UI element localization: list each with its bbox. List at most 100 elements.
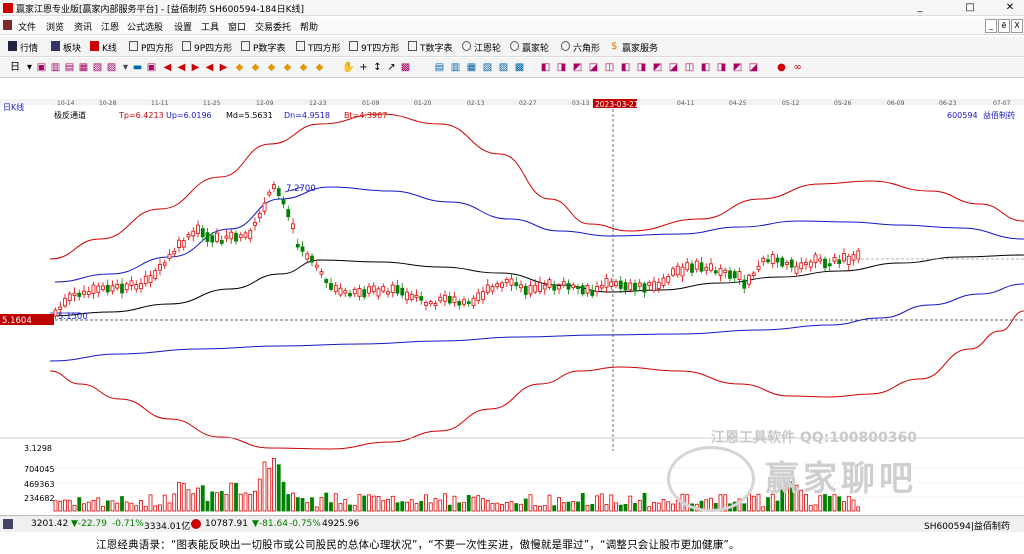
toolbar-p-square-button[interactable]: P四方形 (141, 41, 173, 54)
minimize-button[interactable]: _ (900, 0, 940, 16)
tool-icon[interactable]: ▦ (78, 62, 89, 73)
diamond-icon[interactable]: ◆ (282, 62, 293, 73)
volume-bar (443, 493, 447, 512)
t-table-icon (408, 41, 417, 51)
tool-icon[interactable]: ◩ (732, 62, 743, 73)
tool-icon[interactable]: ▨ (106, 62, 117, 73)
toolbar-kline-button[interactable]: K线 (102, 41, 117, 54)
toolbar-t-table-button[interactable]: T数字表 (420, 41, 453, 54)
diamond-icon[interactable]: ◆ (250, 62, 261, 73)
low-annotation: 5.1500 (58, 312, 88, 322)
tool-icon[interactable]: ◨ (556, 62, 567, 73)
arrow-icon[interactable]: ↗ (386, 62, 397, 73)
diamond-icon[interactable]: ◆ (234, 62, 245, 73)
mdi-minimize-button[interactable]: _ (985, 19, 997, 33)
toolbar-9p-square-button[interactable]: 9P四方形 (194, 41, 232, 54)
volume-bar (219, 490, 224, 512)
tool-icon[interactable]: ▤ (434, 62, 445, 73)
candle-body (538, 282, 542, 292)
tool-icon[interactable]: ▩ (514, 62, 525, 73)
toolbar-p-table-button[interactable]: P数字表 (253, 41, 285, 54)
forward-icon[interactable]: ▶ (218, 62, 229, 73)
tool-icon[interactable]: ◧ (700, 62, 711, 73)
volume-bar (276, 464, 281, 512)
toolbar-9t-square-button[interactable]: 9T四方形 (361, 41, 399, 54)
tool-icon[interactable]: ▤ (64, 62, 75, 73)
menu-window[interactable]: 窗口 (228, 20, 246, 33)
back-icon[interactable]: ◀ (204, 62, 215, 73)
volume-bar (618, 504, 623, 512)
tool-icon[interactable]: ▦ (466, 62, 477, 73)
tool-icon[interactable]: ◨ (636, 62, 647, 73)
tool-icon[interactable]: ◪ (748, 62, 759, 73)
candle-body (348, 292, 352, 297)
tool-icon[interactable]: ▥ (50, 62, 61, 73)
tool-icon[interactable]: ◨ (716, 62, 727, 73)
toolbar-sector-button[interactable]: 板块 (63, 41, 81, 54)
mdi-close-button[interactable]: X (1011, 19, 1023, 33)
tool-icon[interactable]: ▣ (36, 62, 47, 73)
volume-bar (590, 503, 595, 512)
tool-icon[interactable]: ◩ (652, 62, 663, 73)
candle-body (210, 235, 215, 243)
dropdown-icon[interactable]: ▾ (24, 62, 35, 73)
mdi-restore-button[interactable]: ē (998, 19, 1010, 33)
menu-file[interactable]: 文件 (18, 20, 36, 33)
tool-icon[interactable]: ◪ (668, 62, 679, 73)
first-icon[interactable]: ◀ (162, 62, 173, 73)
menu-gann[interactable]: 江恩 (101, 20, 119, 33)
menu-trade[interactable]: 交易委托 (255, 20, 291, 33)
tool-icon[interactable]: ▩ (400, 62, 411, 73)
tool-icon[interactable]: ▧ (92, 62, 103, 73)
tool-icon[interactable]: ◧ (620, 62, 631, 73)
menu-formula[interactable]: 公式选股 (127, 20, 163, 33)
candle-body (162, 262, 167, 266)
prev-icon[interactable]: ◀ (176, 62, 187, 73)
sz-index-icon (191, 519, 201, 529)
next-icon[interactable]: ▶ (190, 62, 201, 73)
tool-icon[interactable]: ◫ (684, 62, 695, 73)
tool-icon[interactable]: ▥ (450, 62, 461, 73)
toolbar-winner-wheel-button[interactable]: 赢家轮 (522, 41, 549, 54)
maximize-button[interactable]: □ (950, 0, 990, 16)
candle-body (77, 292, 82, 297)
candle-body (120, 283, 124, 294)
menu-info[interactable]: 资讯 (74, 20, 92, 33)
candle-body (633, 282, 637, 292)
toolbar-quote-button[interactable]: 行情 (20, 41, 38, 54)
candle-body (253, 222, 257, 226)
quote-icon (8, 41, 17, 51)
tool-icon[interactable]: ▨ (498, 62, 509, 73)
tool-icon[interactable]: ▬ (132, 62, 143, 73)
candle-body (281, 199, 286, 205)
diamond-icon[interactable]: ◆ (266, 62, 277, 73)
close-button[interactable]: ✕ (990, 0, 1024, 16)
toolbar-t-square-button[interactable]: T四方形 (308, 41, 341, 54)
tool-icon[interactable]: ▣ (146, 62, 157, 73)
tool-icon[interactable]: ◪ (588, 62, 599, 73)
menu-browse[interactable]: 浏览 (46, 20, 64, 33)
toolbar-service-button[interactable]: 赢家服务 (622, 41, 658, 54)
tool-icon[interactable]: ▧ (482, 62, 493, 73)
period-selector[interactable]: 日 (8, 62, 22, 73)
candle-body (300, 246, 305, 252)
toolbar-hexagon-button[interactable]: 六角形 (573, 41, 600, 54)
zoom-in-icon[interactable]: ↕ (372, 62, 383, 73)
tool-icon[interactable]: ◫ (604, 62, 615, 73)
tool-icon[interactable]: ◧ (540, 62, 551, 73)
diamond-icon[interactable]: ◆ (298, 62, 309, 73)
infinity-icon[interactable]: ∞ (792, 62, 803, 73)
toolbar-gann-wheel-button[interactable]: 江恩轮 (474, 41, 501, 54)
candle-body (561, 281, 566, 286)
crosshair-icon[interactable]: + (358, 62, 369, 73)
menu-settings[interactable]: 设置 (174, 20, 192, 33)
diamond-icon[interactable]: ◆ (314, 62, 325, 73)
tool-icon[interactable]: ▾ (120, 62, 131, 73)
candle-body (338, 287, 343, 296)
hand-icon[interactable]: ✋ (342, 62, 354, 73)
menu-tools[interactable]: 工具 (201, 20, 219, 33)
candle-body (723, 269, 728, 273)
tool-icon[interactable]: ◩ (572, 62, 583, 73)
menu-help[interactable]: 帮助 (300, 20, 318, 33)
globe-icon[interactable]: ● (776, 62, 787, 73)
